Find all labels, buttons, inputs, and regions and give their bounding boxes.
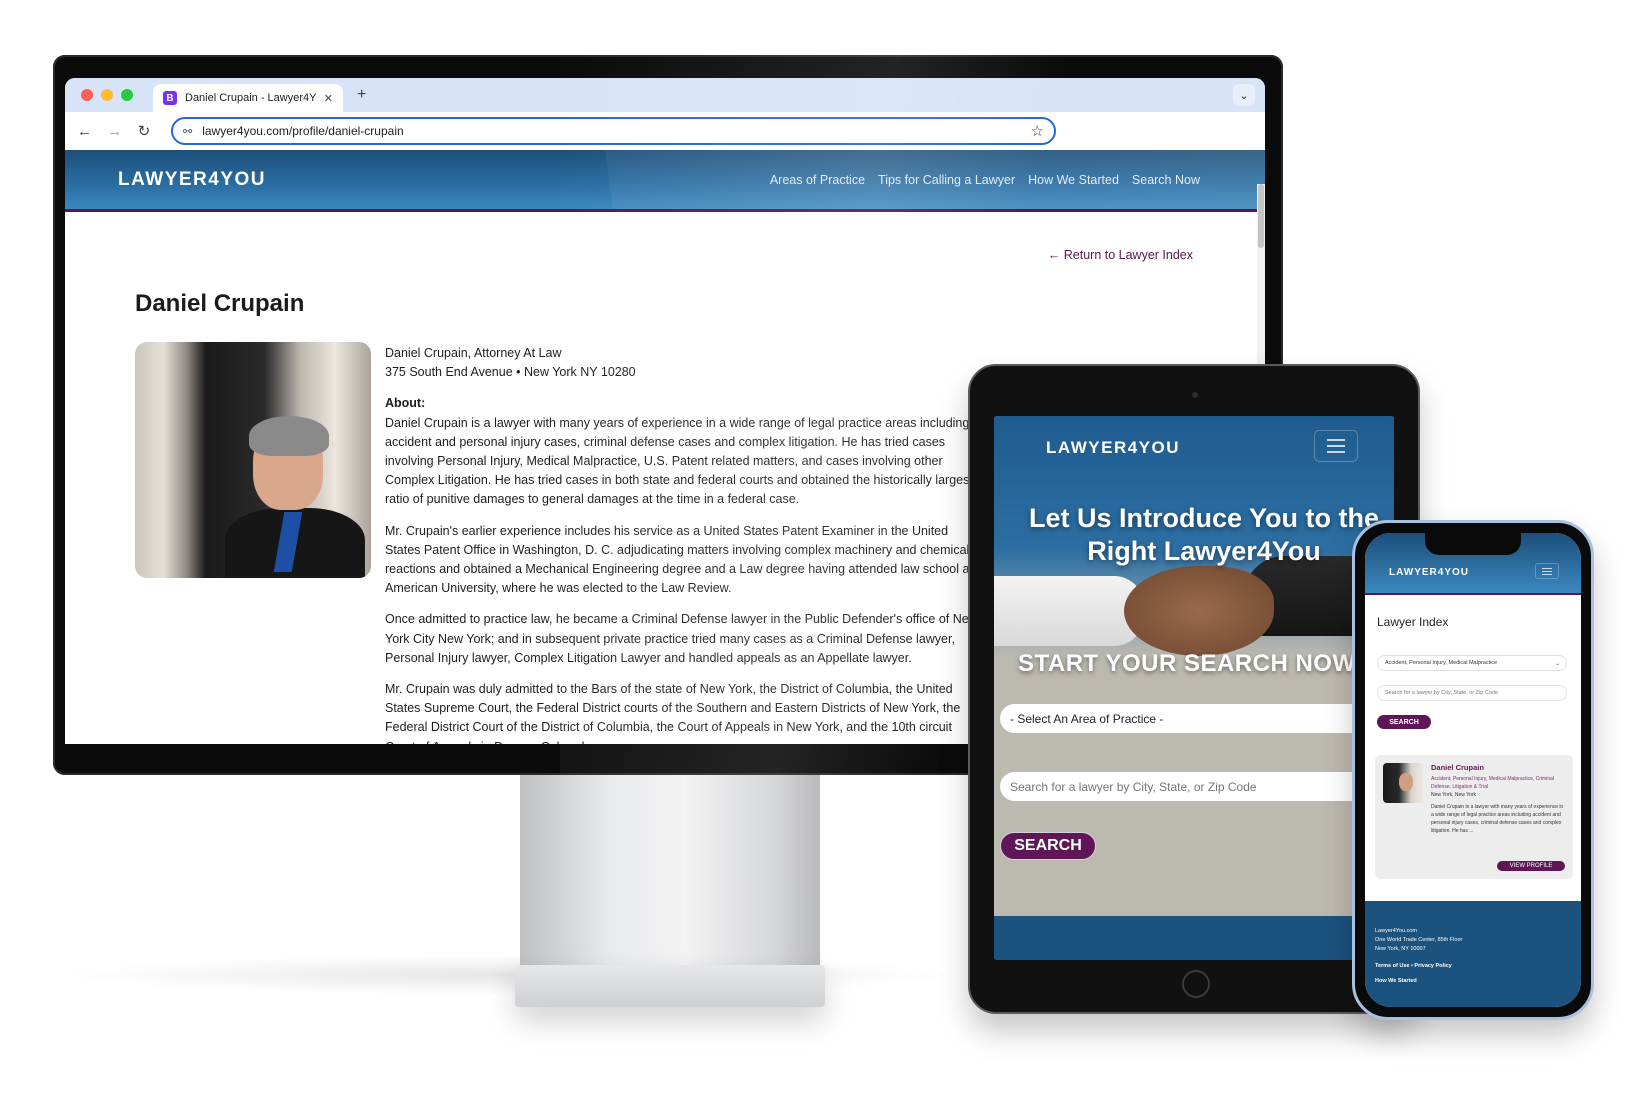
footer-legal-links[interactable]: Terms of Use • Privacy Policy — [1375, 962, 1571, 971]
monitor-stand — [520, 760, 820, 980]
scrollbar-thumb[interactable] — [1258, 184, 1264, 248]
monitor-stand-base — [515, 965, 825, 1007]
about-paragraph: Mr. Crupain's earlier experience include… — [385, 523, 973, 596]
page-title: Daniel Crupain — [135, 290, 305, 317]
phone-notch — [1425, 533, 1521, 555]
site-favicon-icon: B — [163, 91, 177, 105]
home-button[interactable] — [1182, 970, 1210, 998]
lawyer-card: Daniel Crupain Accident, Personal Injury… — [1375, 755, 1573, 879]
browser-toolbar: ← → ↻ ⚯ lawyer4you.com/profile/daniel-cr… — [65, 112, 1265, 150]
about-paragraph: Mr. Crupain was duly admitted to the Bar… — [385, 682, 961, 744]
select-value: Accident, Personal Injury, Medical Malpr… — [1385, 660, 1498, 666]
hamburger-menu-icon[interactable] — [1314, 430, 1358, 462]
footer-address-2: New York, NY 10007 — [1375, 946, 1426, 952]
view-profile-button[interactable]: VIEW PROFILE — [1497, 861, 1565, 871]
back-arrow-icon[interactable]: ← — [77, 123, 92, 140]
handshake-hands — [1124, 566, 1274, 656]
photo-hair — [249, 416, 329, 456]
about-label: About: — [385, 396, 426, 411]
tab-strip: B Daniel Crupain - Lawyer4You ✕ + ⌄ — [65, 78, 1265, 112]
tab-title: Daniel Crupain - Lawyer4You — [185, 92, 316, 104]
site-footer — [994, 916, 1394, 960]
chevron-down-icon: ⌄ — [1554, 660, 1560, 667]
nav-how-we-started[interactable]: How We Started — [1028, 173, 1119, 187]
maximize-window-button[interactable] — [121, 89, 133, 101]
site-header: LAWYER4YOU Areas of Practice Tips for Ca… — [65, 150, 1265, 212]
site-info-icon[interactable]: ⚯ — [183, 125, 192, 138]
attorney-title: Daniel Crupain, Attorney At Law — [385, 346, 562, 360]
site-logo[interactable]: LAWYER4YOU — [1389, 567, 1469, 578]
search-button[interactable]: SEARCH — [1377, 715, 1431, 729]
nav-tips-for-calling[interactable]: Tips for Calling a Lawyer — [878, 173, 1015, 187]
bookmark-star-icon[interactable]: ☆ — [1031, 122, 1044, 140]
reload-icon[interactable]: ↻ — [137, 122, 151, 140]
url-text[interactable]: lawyer4you.com/profile/daniel-crupain — [202, 124, 1020, 138]
lawyer-description: Daniel Crupain is a lawyer with many yea… — [1431, 804, 1564, 834]
site-logo[interactable]: LAWYER4YOU — [1046, 438, 1180, 458]
tablet-screen: LAWYER4YOU Let Us Introduce You to the R… — [994, 416, 1394, 960]
footer-address-1: One World Trade Center, 85th Floor — [1375, 937, 1463, 943]
location-search-input[interactable]: Search for a lawyer by City, State, or Z… — [1377, 685, 1567, 701]
return-to-index-link[interactable]: ← Return to Lawyer Index — [1048, 248, 1193, 262]
minimize-window-button[interactable] — [101, 89, 113, 101]
about-paragraph: Daniel Crupain is a lawyer with many yea… — [385, 415, 973, 507]
profile-details: Daniel Crupain, Attorney At Law 375 Sout… — [385, 344, 985, 744]
forward-arrow-icon[interactable]: → — [107, 123, 122, 140]
monitor-shadow — [60, 955, 960, 995]
search-button[interactable]: SEARCH — [1000, 832, 1096, 860]
close-window-button[interactable] — [81, 89, 93, 101]
phone-screen: LAWYER4YOU Lawyer Index Accident, Person… — [1365, 533, 1581, 1007]
main-nav: Areas of Practice Tips for Calling a Law… — [770, 173, 1200, 187]
handshake-left-sleeve — [994, 576, 1144, 646]
location-search-input[interactable] — [1000, 772, 1394, 801]
nav-search-now[interactable]: Search Now — [1132, 173, 1200, 187]
new-tab-button[interactable]: + — [357, 86, 366, 104]
site-logo[interactable]: LAWYER4YOU — [118, 169, 266, 191]
address-bar[interactable]: ⚯ lawyer4you.com/profile/daniel-crupain … — [171, 117, 1056, 145]
photo-person — [225, 416, 365, 578]
footer-site: Lawyer4You.com — [1375, 928, 1417, 934]
lawyer-thumbnail — [1383, 763, 1423, 803]
practice-area-select[interactable]: Accident, Personal Injury, Medical Malpr… — [1377, 655, 1567, 671]
page-title: Lawyer Index — [1377, 615, 1449, 629]
hamburger-menu-icon[interactable] — [1535, 563, 1559, 579]
search-cta-heading: START YOUR SEARCH NOW! — [1018, 650, 1365, 677]
nav-areas-of-practice[interactable]: Areas of Practice — [770, 173, 865, 187]
phone-device: LAWYER4YOU Lawyer Index Accident, Person… — [1352, 520, 1594, 1020]
hero-title: Let Us Introduce You to the Right Lawyer… — [1028, 503, 1379, 566]
tab-search-chevron-icon[interactable]: ⌄ — [1233, 84, 1255, 106]
window-controls — [81, 89, 133, 101]
practice-area-select[interactable]: - Select An Area of Practice - — [1000, 704, 1394, 733]
site-footer: Lawyer4You.com One World Trade Center, 8… — [1365, 901, 1581, 1007]
lawyer-name[interactable]: Daniel Crupain — [1431, 763, 1484, 772]
attorney-address: 375 South End Avenue • New York NY 10280 — [385, 365, 636, 380]
close-tab-icon[interactable]: ✕ — [324, 92, 333, 105]
tablet-camera — [1192, 392, 1198, 398]
about-paragraph: Once admitted to practice law, he became… — [385, 612, 978, 665]
browser-tab-active[interactable]: B Daniel Crupain - Lawyer4You ✕ — [153, 84, 343, 112]
lawyer-location: New York, New York — [1431, 792, 1477, 798]
lawyer-practice-areas: Accident, Personal Injury, Medical Malpr… — [1431, 776, 1555, 790]
footer-how-we-started-link[interactable]: How We Started — [1375, 977, 1571, 986]
lawyer-photo — [135, 342, 371, 578]
